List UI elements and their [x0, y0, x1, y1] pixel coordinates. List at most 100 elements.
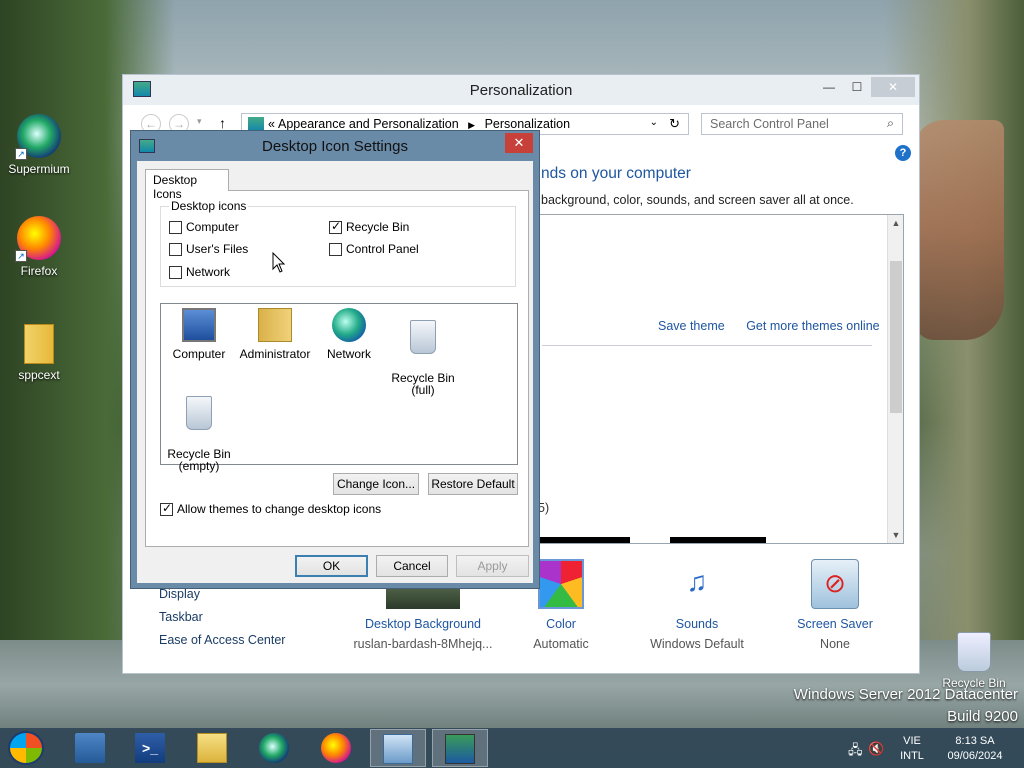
- taskbar-personalization[interactable]: [432, 729, 488, 767]
- list-item-computer[interactable]: Computer: [161, 308, 237, 360]
- list-item-label: Recycle Bin (empty): [167, 447, 231, 473]
- item-value: Automatic: [533, 637, 589, 651]
- list-item-recycle-bin-full[interactable]: Recycle Bin (full): [385, 308, 461, 408]
- change-icon-button[interactable]: Change Icon...: [333, 473, 419, 495]
- item-value: ruslan-bardash-8Mhejq...: [353, 637, 493, 651]
- taskbar-link[interactable]: Taskbar: [159, 606, 285, 629]
- taskbar-file-explorer[interactable]: [184, 729, 240, 767]
- breadcrumb-overflow[interactable]: «: [268, 117, 275, 131]
- title-bar[interactable]: Personalization — ☐ ✕: [123, 75, 919, 105]
- item-name: Screen Saver: [797, 617, 873, 631]
- network-status-icon[interactable]: 🖧: [848, 741, 863, 763]
- apply-button[interactable]: Apply: [456, 555, 529, 577]
- minimize-button[interactable]: —: [815, 77, 843, 97]
- users-files-checkbox[interactable]: User's Files: [169, 242, 248, 256]
- breadcrumb-item-appearance[interactable]: Appearance and Personalization: [278, 117, 459, 131]
- keyboard-layout: INTL: [900, 750, 924, 762]
- taskbar-server-manager[interactable]: [62, 729, 118, 767]
- checkbox-box[interactable]: [169, 242, 182, 256]
- recycle-bin-checkbox[interactable]: Recycle Bin: [329, 219, 409, 234]
- clock[interactable]: 8:13 SA 09/06/2024: [940, 734, 1010, 764]
- restore-default-button[interactable]: Restore Default: [428, 473, 518, 495]
- taskbar: >_ 🖧 🔇 VIE INTL 8:13 SA 09/06/2024: [0, 728, 1024, 768]
- scroll-down-icon[interactable]: ▼: [888, 527, 904, 543]
- checkbox-box[interactable]: [329, 219, 342, 234]
- mouse-cursor-icon: [272, 252, 286, 273]
- themes-list[interactable]: Save theme Get more themes online 5) ▲ ▼: [537, 214, 904, 544]
- search-icon[interactable]: ⌕: [887, 116, 894, 131]
- control-panel-checkbox[interactable]: Control Panel: [329, 242, 419, 256]
- list-item-network[interactable]: Network: [311, 308, 387, 360]
- theme-thumbnail[interactable]: [538, 537, 630, 543]
- allow-themes-checkbox[interactable]: Allow themes to change desktop icons: [160, 501, 381, 516]
- scroll-up-icon[interactable]: ▲: [888, 215, 904, 231]
- computer-checkbox[interactable]: Computer: [169, 220, 239, 234]
- list-item-label: Administrator: [239, 347, 311, 361]
- see-also-links: Display Taskbar Ease of Access Center: [159, 583, 285, 652]
- list-item-label: Computer: [172, 347, 226, 361]
- up-button[interactable]: ↑: [219, 115, 226, 131]
- checkbox-label[interactable]: Recycle Bin: [346, 220, 409, 234]
- taskbar-control-panel[interactable]: [370, 729, 426, 767]
- taskbar-supermium[interactable]: [246, 729, 302, 767]
- desktop-icon-label: Supermium: [8, 162, 70, 176]
- language-indicator[interactable]: VIE INTL: [892, 734, 932, 764]
- volume-muted-icon[interactable]: 🔇: [868, 741, 884, 757]
- checkbox-label[interactable]: Network: [186, 265, 230, 279]
- dialog-title-bar[interactable]: Desktop Icon Settings ✕: [131, 131, 539, 161]
- breadcrumb-item-personalization[interactable]: Personalization: [485, 117, 570, 131]
- page-subtext: background, color, sounds, and screen sa…: [541, 193, 854, 207]
- checkbox-box[interactable]: [329, 242, 342, 256]
- desktop-icon-recycle-bin[interactable]: Recycle Bin: [936, 632, 1012, 690]
- checkbox-label[interactable]: Computer: [186, 220, 239, 234]
- desktop-icon-sppcext[interactable]: sppcext: [1, 324, 77, 382]
- screen-saver-item[interactable]: ⊘ Screen Saver None: [765, 559, 905, 651]
- ease-of-access-link[interactable]: Ease of Access Center: [159, 629, 285, 652]
- sounds-item[interactable]: ♫ Sounds Windows Default: [627, 559, 767, 651]
- chevron-down-icon[interactable]: ⌄: [650, 117, 658, 128]
- checkbox-label[interactable]: Control Panel: [346, 242, 419, 256]
- list-item-label: Recycle Bin (full): [391, 371, 455, 397]
- scroll-thumb[interactable]: [890, 261, 902, 413]
- theme-thumbnail[interactable]: [670, 537, 766, 543]
- network-icon: [332, 308, 366, 342]
- breadcrumb-separator-icon[interactable]: ▶: [468, 120, 475, 130]
- list-item-recycle-bin-empty[interactable]: Recycle Bin (empty): [161, 384, 237, 484]
- item-value: None: [820, 637, 850, 651]
- maximize-button[interactable]: ☐: [843, 77, 871, 97]
- divider: [542, 345, 872, 346]
- desktop-icon-supermium[interactable]: ↗ Supermium: [1, 114, 77, 176]
- checkbox-label[interactable]: User's Files: [186, 242, 248, 256]
- list-item-administrator[interactable]: Administrator: [237, 308, 313, 360]
- cancel-button[interactable]: Cancel: [376, 555, 448, 577]
- network-checkbox[interactable]: Network: [169, 265, 230, 279]
- personalization-icon: [445, 734, 475, 764]
- checkbox-box[interactable]: [169, 220, 182, 234]
- get-more-themes-link[interactable]: Get more themes online: [746, 319, 879, 333]
- desktop-icon-settings-dialog[interactable]: Desktop Icon Settings ✕ Desktop Icons De…: [130, 130, 540, 589]
- control-panel-icon: [383, 734, 413, 764]
- close-button[interactable]: ✕: [505, 133, 533, 153]
- desktop-icon-list[interactable]: Computer Administrator Network Recycle B…: [160, 303, 518, 472]
- sounds-icon: ♫: [686, 566, 708, 597]
- desktop-icon-firefox[interactable]: ↗ Firefox: [1, 216, 77, 278]
- taskbar-powershell[interactable]: >_: [122, 729, 178, 767]
- search-input[interactable]: Search Control Panel ⌕: [701, 113, 903, 135]
- taskbar-firefox[interactable]: [308, 729, 364, 767]
- ok-button[interactable]: OK: [295, 555, 368, 577]
- vertical-scrollbar[interactable]: ▲ ▼: [887, 215, 903, 543]
- item-name: Sounds: [675, 617, 719, 631]
- checkbox-box[interactable]: [169, 265, 182, 279]
- tab-desktop-icons[interactable]: Desktop Icons: [145, 169, 229, 201]
- start-button[interactable]: [8, 731, 44, 765]
- help-icon[interactable]: ?: [895, 145, 911, 161]
- save-theme-link[interactable]: Save theme: [658, 319, 725, 333]
- checkbox-box[interactable]: [160, 501, 173, 516]
- checkbox-label[interactable]: Allow themes to change desktop icons: [177, 502, 381, 516]
- recent-locations-icon[interactable]: ▾: [197, 116, 202, 127]
- color-palette-icon: [538, 559, 584, 609]
- close-button[interactable]: ✕: [871, 77, 915, 97]
- server-build: Build 9200: [947, 708, 1018, 725]
- refresh-icon[interactable]: ↻: [669, 116, 680, 132]
- computer-icon: [182, 308, 216, 342]
